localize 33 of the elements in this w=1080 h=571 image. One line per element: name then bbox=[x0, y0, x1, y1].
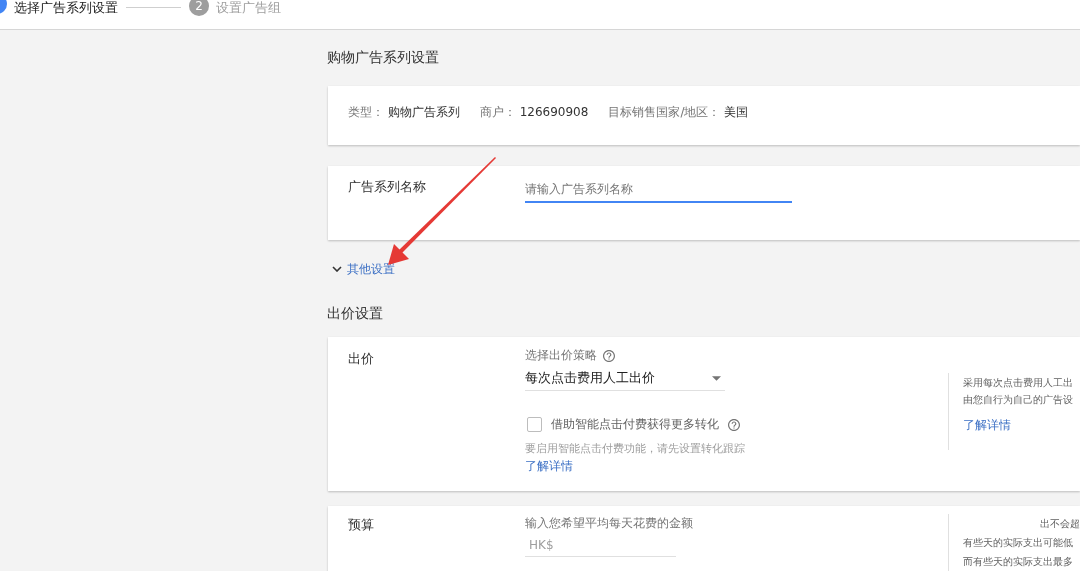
field-label: 广告系列名称 bbox=[348, 178, 427, 195]
field-label: 出价 bbox=[348, 350, 375, 367]
description-text: 有些天的实际支出可能低 bbox=[963, 536, 1073, 550]
hint-text: 要启用智能点击付费功能，请先设置转化跟踪 bbox=[525, 442, 745, 455]
summary-label: 商户： bbox=[479, 105, 516, 119]
step-label[interactable]: 设置广告组 bbox=[216, 0, 281, 16]
field-label: 预算 bbox=[348, 516, 375, 533]
bid-strategy-dropdown[interactable]: 每次点击费用人工出价 bbox=[525, 366, 725, 391]
help-icon[interactable] bbox=[728, 418, 740, 431]
summary-value: 美国 bbox=[724, 105, 749, 119]
budget-prompt: 输入您希望平均每天花费的金额 bbox=[525, 516, 693, 531]
step-label[interactable]: 选择广告系列设置 bbox=[14, 0, 118, 16]
more-settings-link[interactable]: 其他设置 bbox=[332, 260, 395, 278]
section-title: 购物广告系列设置 bbox=[327, 48, 439, 66]
step-number: 2 bbox=[189, 0, 209, 16]
section-title: 出价设置 bbox=[327, 304, 383, 322]
summary-value: 126690908 bbox=[519, 105, 589, 119]
campaign-name-field[interactable]: 请输入广告系列名称 bbox=[525, 176, 792, 203]
summary-label: 类型： bbox=[348, 105, 384, 119]
learn-more-link[interactable]: 了解详情 bbox=[525, 459, 573, 473]
help-icon[interactable] bbox=[603, 349, 615, 362]
description-text: 而有些天的实际支出最多 bbox=[963, 555, 1073, 569]
checkbox-label[interactable]: 借助智能点击付费获得更多转化 bbox=[551, 417, 719, 432]
strategy-label: 选择出价策略 bbox=[525, 348, 597, 363]
caret-icon bbox=[712, 375, 721, 381]
summary-label: 目标销售国家/地区： bbox=[608, 105, 721, 119]
learn-more-link[interactable]: 了解详情 bbox=[963, 418, 1011, 432]
budget-field[interactable]: HK$ bbox=[525, 534, 676, 557]
summary-value: 购物广告系列 bbox=[387, 105, 460, 119]
description-text: 采用每次点击费用人工出 bbox=[963, 376, 1074, 390]
description-text: 出不会超 bbox=[1040, 517, 1080, 531]
description-text: 由您自行为自己的广告设 bbox=[963, 393, 1074, 407]
checkbox[interactable] bbox=[527, 417, 542, 432]
